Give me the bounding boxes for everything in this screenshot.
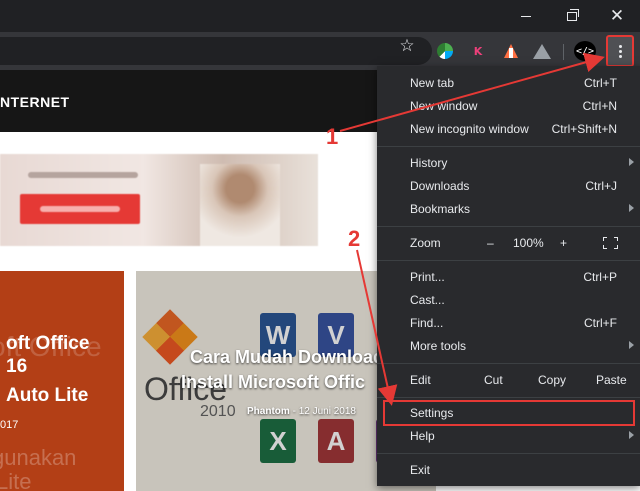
card2-title-line2[interactable]: Install Microsoft Offic (181, 372, 365, 393)
extension-icon-1[interactable] (435, 41, 455, 61)
zoom-in-button[interactable]: + (560, 236, 567, 250)
menu-item-shortcut: Ctrl+N (582, 99, 617, 113)
zoom-out-button[interactable]: – (487, 236, 494, 250)
menu-dot-icon (618, 54, 622, 58)
menu-item-label: New tab (410, 76, 455, 90)
menu-separator (377, 397, 640, 398)
menu-item-label: Downloads (410, 179, 470, 193)
close-icon: ✕ (609, 6, 625, 26)
menu-item-label: New incognito window (410, 122, 529, 136)
drive-triangle-icon (533, 43, 551, 59)
code-extension-icon[interactable]: </> (574, 41, 596, 61)
card2-date: 12 Juni 2018 (298, 406, 356, 417)
submenu-arrow-icon (629, 158, 634, 166)
menu-item-edit: Edit Cut Copy Paste (377, 369, 640, 392)
copy-button[interactable]: Copy (538, 373, 566, 387)
annotation-step-1: 1 (326, 124, 339, 149)
card1-title-line2[interactable]: 16 (6, 356, 27, 378)
menu-dot-icon (618, 44, 622, 48)
bookmark-star-icon[interactable]: ☆ (396, 35, 418, 57)
card1-bg-text2: gunakan (0, 445, 77, 470)
card2-date-separator: - (292, 406, 296, 417)
minimize-icon (521, 15, 531, 17)
menu-item-exit[interactable]: Exit (377, 459, 640, 482)
menu-item-zoom: Zoom – 100% + (377, 232, 640, 255)
menu-item-label: Bookmarks (410, 202, 471, 216)
menu-item-print[interactable]: Print... Ctrl+P (377, 266, 640, 289)
address-bar[interactable] (0, 37, 432, 65)
banner-person-image (200, 164, 280, 246)
annotation-step-2: 2 (348, 226, 361, 251)
submenu-arrow-icon (629, 341, 634, 349)
title-bar: ✕ (0, 0, 640, 32)
menu-item-label: Zoom (410, 236, 441, 250)
chrome-menu-button[interactable] (606, 35, 634, 67)
menu-item-label: Cast... (410, 293, 445, 307)
zoom-level: 100% (513, 236, 544, 250)
paste-button[interactable]: Paste (596, 373, 627, 387)
article-card-1[interactable]: oft Office oft Office 16 Auto Lite 017 g… (0, 271, 124, 491)
extension-icon-3[interactable] (501, 41, 521, 61)
card1-date: 017 (0, 419, 19, 431)
orange-shape-icon (504, 44, 518, 58)
browser-toolbar: ☆ K </> (0, 32, 640, 70)
submenu-arrow-icon (629, 431, 634, 439)
menu-item-label: More tools (410, 339, 467, 353)
card1-bg-text3: Lite (0, 469, 32, 491)
menu-item-find[interactable]: Find... Ctrl+F (377, 312, 640, 335)
extension-k-icon[interactable]: K (468, 41, 488, 61)
colorful-ring-icon (437, 43, 453, 59)
site-title[interactable]: NTERNET (0, 94, 70, 110)
google-drive-icon[interactable] (532, 41, 552, 61)
minimize-button[interactable] (503, 0, 549, 32)
menu-item-label: New window (410, 99, 478, 113)
menu-item-label: Print... (410, 270, 445, 284)
close-button[interactable]: ✕ (594, 0, 640, 32)
menu-item-cast[interactable]: Cast... (377, 289, 640, 312)
menu-item-label: History (410, 156, 448, 170)
restore-button[interactable] (549, 0, 595, 32)
menu-item-history[interactable]: History (377, 152, 640, 175)
menu-item-shortcut: Ctrl+P (583, 270, 617, 284)
card1-title-line1[interactable]: oft Office (6, 333, 89, 355)
card2-title-line1[interactable]: Cara Mudah Download (190, 347, 384, 368)
banner-button-text-blur (40, 206, 120, 212)
restore-icon (567, 8, 579, 21)
menu-item-label: Help (410, 429, 435, 443)
ad-banner[interactable] (0, 154, 318, 246)
toolbar-separator (563, 44, 564, 60)
banner-text-blur (28, 172, 138, 178)
card2-author[interactable]: Phantom (247, 406, 290, 417)
menu-item-new-tab[interactable]: New tab Ctrl+T (377, 72, 640, 95)
fullscreen-icon[interactable] (603, 237, 618, 249)
menu-dot-icon (618, 49, 622, 53)
card2-meta: Phantom - 12 Juni 2018 (247, 406, 356, 417)
submenu-arrow-icon (629, 204, 634, 212)
menu-item-new-incognito[interactable]: New incognito window Ctrl+Shift+N (377, 118, 640, 141)
menu-item-bookmarks[interactable]: Bookmarks (377, 198, 640, 221)
menu-separator (377, 453, 640, 454)
menu-item-new-window[interactable]: New window Ctrl+N (377, 95, 640, 118)
cut-button[interactable]: Cut (484, 373, 503, 387)
menu-item-more-tools[interactable]: More tools (377, 335, 640, 358)
menu-separator (377, 146, 640, 147)
menu-item-shortcut: Ctrl+J (585, 179, 617, 193)
menu-separator (377, 226, 640, 227)
menu-item-label: Edit (410, 373, 431, 387)
menu-item-shortcut: Ctrl+T (584, 76, 617, 90)
settings-highlight-box (383, 400, 635, 426)
menu-separator (377, 363, 640, 364)
menu-item-label: Find... (410, 316, 444, 330)
menu-item-shortcut: Ctrl+Shift+N (551, 122, 617, 136)
menu-separator (377, 260, 640, 261)
menu-item-shortcut: Ctrl+F (584, 316, 617, 330)
menu-item-help[interactable]: Help (377, 425, 640, 448)
card1-title-line3[interactable]: Auto Lite (6, 385, 88, 407)
menu-item-label: Exit (410, 463, 431, 477)
menu-item-downloads[interactable]: Downloads Ctrl+J (377, 175, 640, 198)
